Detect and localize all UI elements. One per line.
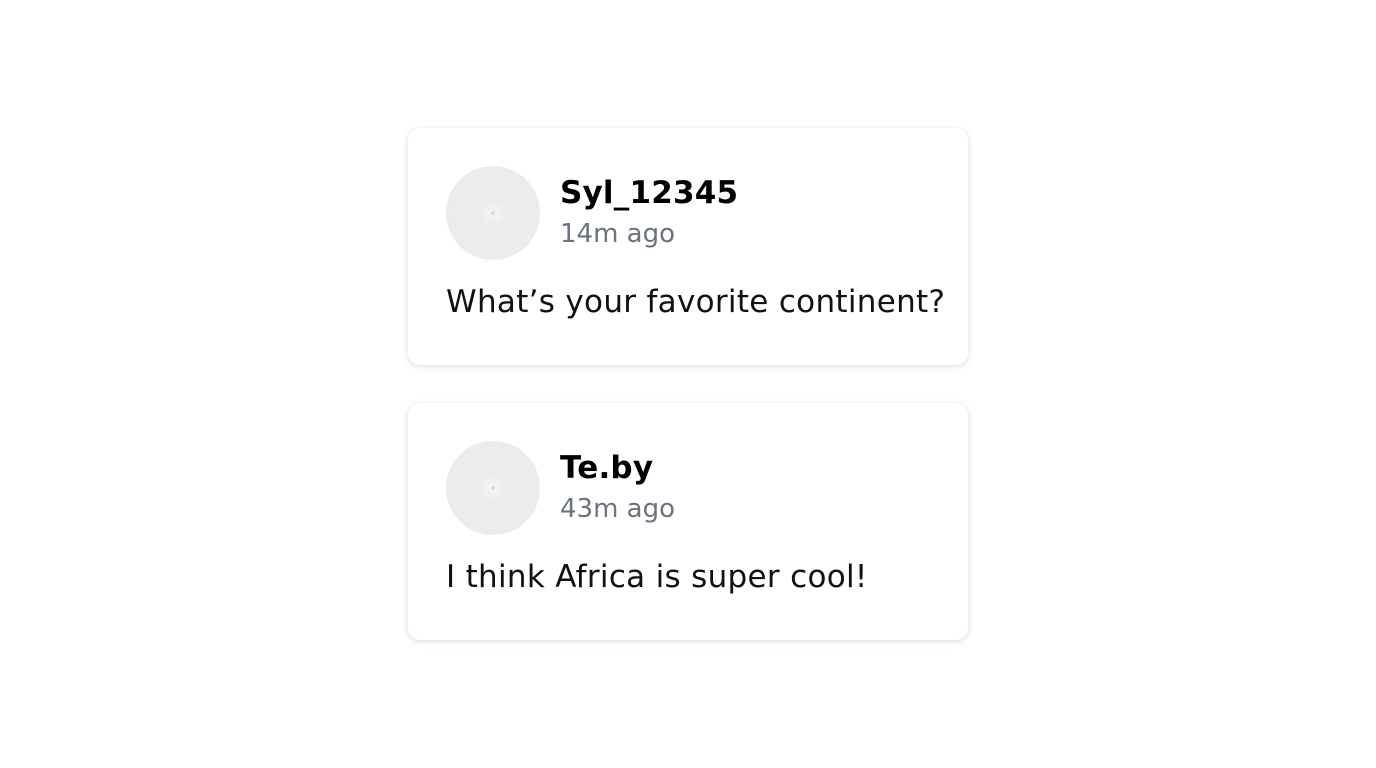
username[interactable]: Te.by — [560, 449, 675, 487]
default-avatar-icon — [491, 211, 495, 215]
username[interactable]: Syl_12345 — [560, 174, 738, 212]
default-avatar-icon — [491, 486, 495, 490]
comment-feed: Syl_12345 14m ago What’s your favorite c… — [408, 128, 968, 678]
comment-header: Te.by 43m ago — [446, 441, 930, 535]
comment-header: Syl_12345 14m ago — [446, 166, 930, 260]
avatar[interactable] — [446, 166, 540, 260]
comment-text: I think Africa is super cool! — [446, 559, 868, 595]
comment-meta: Te.by 43m ago — [560, 449, 675, 527]
timestamp: 14m ago — [560, 219, 676, 249]
comment-meta: Syl_12345 14m ago — [560, 174, 738, 252]
comment-text: What’s your favorite continent? — [446, 284, 946, 320]
timestamp: 43m ago — [560, 494, 676, 524]
comment-card: Syl_12345 14m ago What’s your favorite c… — [408, 128, 968, 365]
comment-card: Te.by 43m ago I think Africa is super co… — [408, 403, 968, 640]
avatar[interactable] — [446, 441, 540, 535]
